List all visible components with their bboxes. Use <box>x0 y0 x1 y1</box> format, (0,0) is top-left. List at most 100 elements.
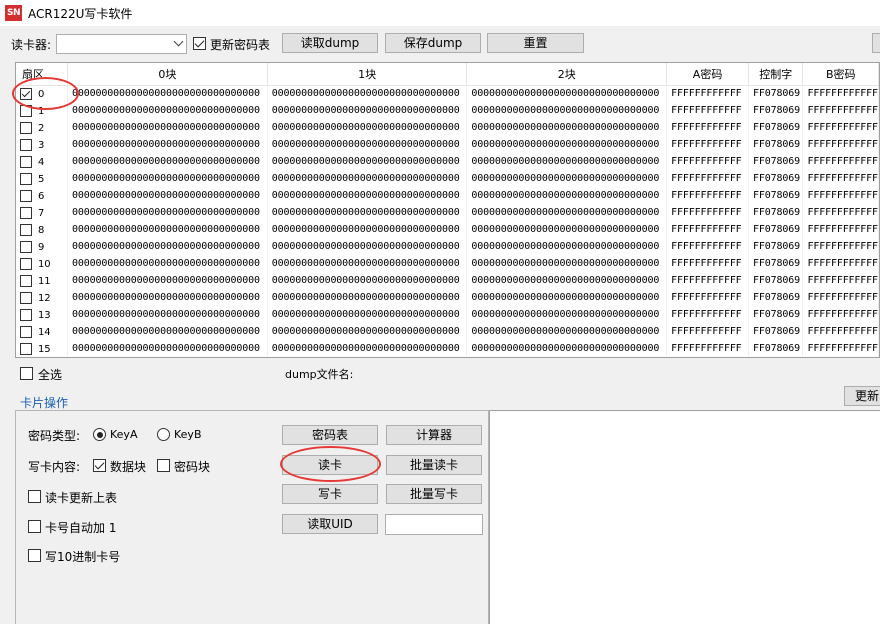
key-b-cell[interactable]: FFFFFFFFFFFF <box>802 85 879 102</box>
table-row[interactable]: 1000000000000000000000000000000000000000… <box>16 102 879 119</box>
block-1-cell[interactable]: 00000000000000000000000000000000 <box>267 170 468 187</box>
key-a-cell[interactable]: FFFFFFFFFFFF <box>666 204 750 221</box>
key-b-cell[interactable]: FFFFFFFFFFFF <box>802 102 879 119</box>
update-key-table-checkbox[interactable] <box>193 37 206 50</box>
block-1-cell[interactable]: 00000000000000000000000000000000 <box>267 187 468 204</box>
key-a-cell[interactable]: FFFFFFFFFFFF <box>666 272 750 289</box>
access-bits-cell[interactable]: FF078069 <box>748 204 804 221</box>
grid-header-cell[interactable]: 2块 <box>466 63 668 86</box>
table-row[interactable]: 7 00000000000000000000000000000000 0000000… <box>16 204 879 221</box>
block-1-cell[interactable]: 00000000000000000000000000000000 <box>267 136 468 153</box>
key-a-radio[interactable] <box>93 428 106 441</box>
table-row[interactable]: 14 00000000000000000000000000000000 000000… <box>16 323 879 340</box>
block-0-cell[interactable]: 00000000000000000000000000000000 <box>67 204 268 221</box>
key-a-cell[interactable]: FFFFFFFFFFFF <box>666 255 750 272</box>
sector-cell[interactable]: 3 <box>16 136 69 153</box>
sector-checkbox[interactable] <box>20 189 32 202</box>
block-0-cell[interactable]: 00000000000000000000000000000000 <box>67 340 268 357</box>
write-decimal-checkbox[interactable] <box>28 549 41 562</box>
key-b-radio[interactable] <box>157 428 170 441</box>
sector-cell[interactable]: 1 <box>16 102 69 119</box>
block-2-cell[interactable]: 00000000000000000000000000000000 <box>466 238 668 255</box>
block-2-cell[interactable]: 00000000000000000000000000000000 <box>466 272 668 289</box>
table-row[interactable]: 4 00000000000000000000000000000000 0000000… <box>16 153 879 170</box>
sector-checkbox[interactable] <box>20 121 32 134</box>
sector-cell[interactable]: 5 <box>16 170 69 187</box>
block-0-cell[interactable]: 00000000000000000000000000000000 <box>67 238 268 255</box>
sector-cell[interactable]: 12 <box>16 289 69 306</box>
sector-checkbox[interactable] <box>20 342 32 355</box>
block-2-cell[interactable]: 00000000000000000000000000000000 <box>466 289 668 306</box>
sector-cell[interactable]: 8 <box>16 221 69 238</box>
table-row[interactable]: 15 00000000000000000000000000000000 000000… <box>16 340 879 357</box>
sector-checkbox[interactable] <box>20 325 32 338</box>
key-a-cell[interactable]: FFFFFFFFFFFF <box>666 136 750 153</box>
table-row[interactable]: 9 00000000000000000000000000000000 0000000… <box>16 238 879 255</box>
table-row[interactable]: 13 00000000000000000000000000000000 000000… <box>16 306 879 323</box>
block-1-cell[interactable]: 00000000000000000000000000000000 <box>267 221 468 238</box>
sector-checkbox[interactable] <box>20 138 32 151</box>
key-a-cell[interactable]: FFFFFFFFFFFF <box>666 153 750 170</box>
key-b-cell[interactable]: FFFFFFFFFFFF <box>802 204 879 221</box>
update-button[interactable]: 更新 <box>844 386 880 406</box>
block-0-cell[interactable]: 00000000000000000000000000000000 <box>67 102 268 119</box>
key-b-cell[interactable]: FFFFFFFFFFFF <box>802 187 879 204</box>
block-2-cell[interactable]: 00000000000000000000000000000000 <box>466 306 668 323</box>
key-b-cell[interactable]: FFFFFFFFFFFF <box>802 170 879 187</box>
key-a-cell[interactable]: FFFFFFFFFFFF <box>666 238 750 255</box>
block-2-cell[interactable]: 00000000000000000000000000000000 <box>466 323 668 340</box>
table-row[interactable]: 0 00000000000000000000000000000000 0000000… <box>16 85 879 102</box>
block-0-cell[interactable]: 00000000000000000000000000000000 <box>67 323 268 340</box>
access-bits-cell[interactable]: FF078069 <box>748 221 804 238</box>
block-1-cell[interactable]: 00000000000000000000000000000000 <box>267 238 468 255</box>
sector-checkbox[interactable] <box>20 240 32 253</box>
sector-cell[interactable]: 0 <box>16 85 69 102</box>
key-a-cell[interactable]: FFFFFFFFFFFF <box>666 221 750 238</box>
block-0-cell[interactable]: 00000000000000000000000000000000 <box>67 119 268 136</box>
block-0-cell[interactable]: 00000000000000000000000000000000 <box>67 306 268 323</box>
key-a-cell[interactable]: FFFFFFFFFFFF <box>666 289 750 306</box>
key-a-cell[interactable]: FFFFFFFFFFFF <box>666 85 750 102</box>
block-2-cell[interactable]: 00000000000000000000000000000000 <box>466 102 668 119</box>
key-b-cell[interactable]: FFFFFFFFFFFF <box>802 255 879 272</box>
log-textarea[interactable] <box>489 410 880 624</box>
access-bits-cell[interactable]: FF078069 <box>748 102 804 119</box>
batch-read-button[interactable]: 批量读卡 <box>386 455 482 475</box>
table-row[interactable]: 5 00000000000000000000000000000000 0000000… <box>16 170 879 187</box>
sector-checkbox[interactable] <box>20 155 32 168</box>
access-bits-cell[interactable]: FF078069 <box>748 340 804 357</box>
access-bits-cell[interactable]: FF078069 <box>748 170 804 187</box>
grid-header-cell[interactable]: 1块 <box>267 63 468 86</box>
sector-cell[interactable]: 10 <box>16 255 69 272</box>
block-1-cell[interactable]: 00000000000000000000000000000000 <box>267 204 468 221</box>
write-card-button[interactable]: 写卡 <box>282 484 378 504</box>
access-bits-cell[interactable]: FF078069 <box>748 255 804 272</box>
key-a-cell[interactable]: FFFFFFFFFFFF <box>666 323 750 340</box>
block-0-cell[interactable]: 00000000000000000000000000000000 <box>67 136 268 153</box>
block-1-cell[interactable]: 00000000000000000000000000000000 <box>267 306 468 323</box>
sector-checkbox[interactable] <box>20 87 32 100</box>
block-2-cell[interactable]: 00000000000000000000000000000000 <box>466 119 668 136</box>
sector-cell[interactable]: 11 <box>16 272 69 289</box>
sector-grid[interactable]: 扇区 0块 1块 2块 A密码 控制字 B密码 0 000000000000000000000… <box>15 62 880 358</box>
key-b-cell[interactable]: FFFFFFFFFFFF <box>802 289 879 306</box>
block-0-cell[interactable]: 00000000000000000000000000000000 <box>67 289 268 306</box>
block-1-cell[interactable]: 00000000000000000000000000000000 <box>267 289 468 306</box>
key-b-cell[interactable]: FFFFFFFFFFFF <box>802 119 879 136</box>
table-row[interactable]: 8 00000000000000000000000000000000 0000000… <box>16 221 879 238</box>
calculator-button[interactable]: 计算器 <box>386 425 482 445</box>
key-b-cell[interactable]: FFFFFFFFFFFF <box>802 340 879 357</box>
sector-cell[interactable]: 7 <box>16 204 69 221</box>
select-all-checkbox[interactable] <box>20 367 33 380</box>
grid-header-cell[interactable]: 扇区 <box>16 63 69 86</box>
key-b-cell[interactable]: FFFFFFFFFFFF <box>802 272 879 289</box>
block-0-cell[interactable]: 00000000000000000000000000000000 <box>67 85 268 102</box>
sector-cell[interactable]: 4 <box>16 153 69 170</box>
access-bits-cell[interactable]: FF078069 <box>748 272 804 289</box>
block-0-cell[interactable]: 00000000000000000000000000000000 <box>67 255 268 272</box>
key-a-cell[interactable]: FFFFFFFFFFFF <box>666 119 750 136</box>
block-2-cell[interactable]: 00000000000000000000000000000000 <box>466 136 668 153</box>
block-0-cell[interactable]: 00000000000000000000000000000000 <box>67 153 268 170</box>
block-1-cell[interactable]: 00000000000000000000000000000000 <box>267 153 468 170</box>
sector-checkbox[interactable] <box>20 274 32 287</box>
